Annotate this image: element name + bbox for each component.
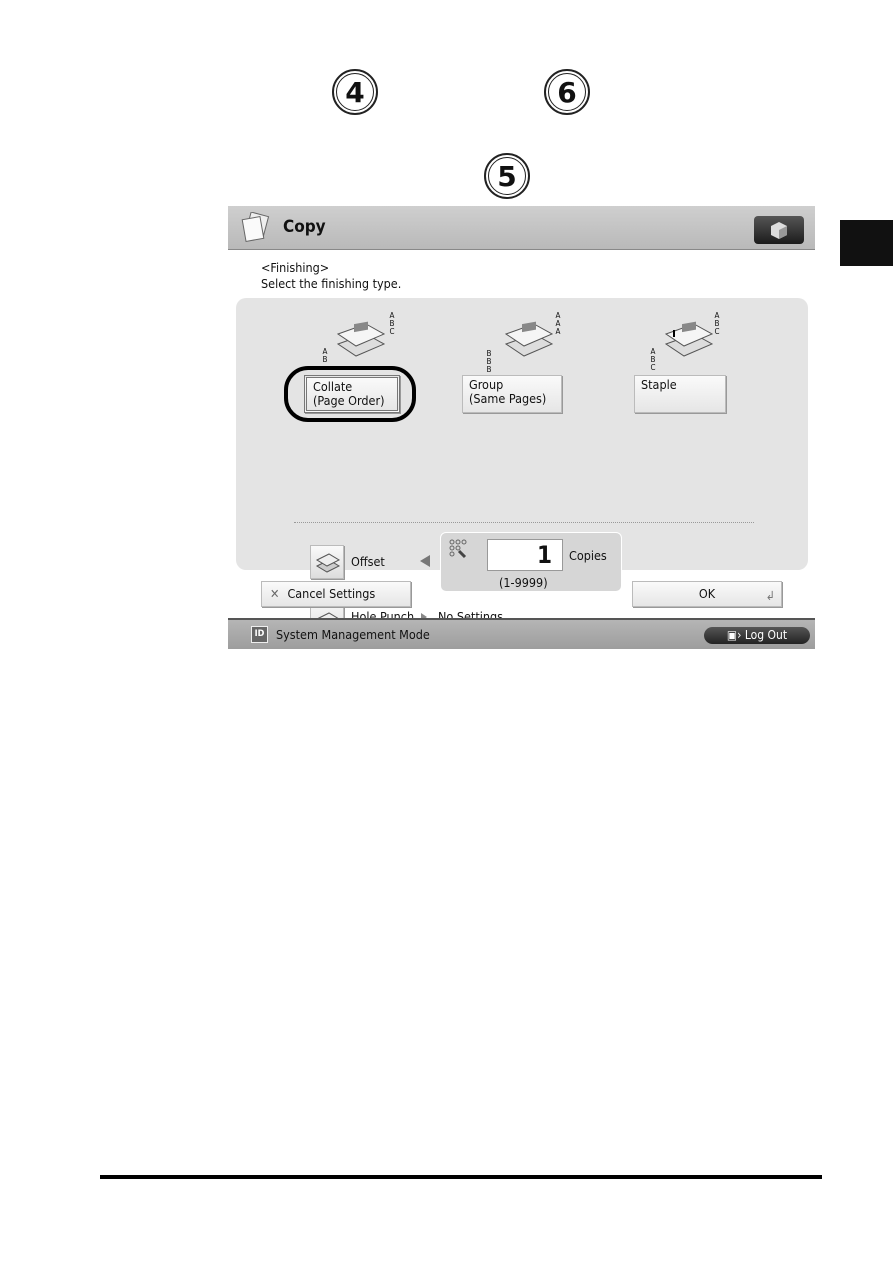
collate-illustration-icon (332, 320, 388, 362)
offset-button[interactable] (310, 545, 344, 579)
log-out-label: Log Out (744, 628, 788, 642)
staple-letters-left: A B C (650, 347, 656, 372)
staple-illustration-icon (660, 320, 716, 362)
callout-6: 6 (544, 69, 590, 115)
cube-icon (771, 222, 787, 239)
finishing-instruction: Select the finishing type. (261, 276, 402, 291)
copies-unit: Copies (569, 548, 607, 563)
staple-letters-right: A B C (714, 311, 720, 336)
collate-letters-right: A B C (389, 311, 395, 336)
group-sublabel: (Same Pages) (469, 391, 547, 406)
ok-button[interactable]: OK ↲ (632, 581, 782, 607)
group-illustration-icon (500, 320, 556, 362)
collate-sublabel: (Page Order) (313, 393, 385, 408)
finishing-panel: A B C A B A A A B B B A B C A B C Collat… (236, 298, 808, 634)
group-letters-right: A A A (555, 311, 561, 336)
ok-label: OK (698, 586, 716, 601)
callout-4: 4 (332, 69, 378, 115)
logout-icon: ▣› (726, 628, 745, 642)
mode-label: System Management Mode (276, 627, 430, 642)
screen-title: Copy (283, 217, 326, 237)
close-icon: ✕ (270, 586, 280, 601)
title-bar: Copy (228, 206, 815, 250)
cancel-settings-label: Cancel Settings (287, 586, 376, 601)
id-badge-icon: ID (251, 626, 268, 643)
staple-button[interactable]: Staple (634, 375, 726, 413)
status-bar: ID System Management Mode ▣› Log Out (228, 618, 815, 649)
collate-button[interactable]: Collate (Page Order) (304, 375, 400, 413)
group-letters-left: B B B (486, 349, 492, 374)
offset-label: Offset (351, 554, 385, 569)
copy-documents-icon (241, 212, 270, 242)
enter-icon: ↲ (765, 588, 775, 603)
copy-screen: Copy <Finishing> Select the finishing ty… (228, 206, 815, 649)
group-label: Group (469, 377, 504, 392)
divider (294, 522, 754, 523)
arrow-left-icon (420, 555, 430, 567)
collate-label: Collate (313, 379, 353, 394)
page-rule (100, 1175, 822, 1179)
finishing-heading: <Finishing> (261, 260, 330, 275)
log-out-button[interactable]: ▣› Log Out (704, 627, 810, 644)
staple-label: Staple (641, 377, 677, 392)
copies-range: (1-9999) (499, 575, 548, 590)
callout-5: 5 (484, 153, 530, 199)
menu-button[interactable] (754, 216, 804, 244)
copies-panel: 1 Copies (1-9999) (440, 532, 622, 592)
chapter-tab (840, 220, 893, 266)
group-button[interactable]: Group (Same Pages) (462, 375, 562, 413)
collate-letters-left: A B (322, 347, 328, 364)
cancel-settings-button[interactable]: ✕ Cancel Settings (261, 581, 411, 607)
keypad-icon (449, 539, 467, 559)
offset-icon (315, 553, 341, 573)
copies-input[interactable]: 1 (487, 539, 563, 571)
